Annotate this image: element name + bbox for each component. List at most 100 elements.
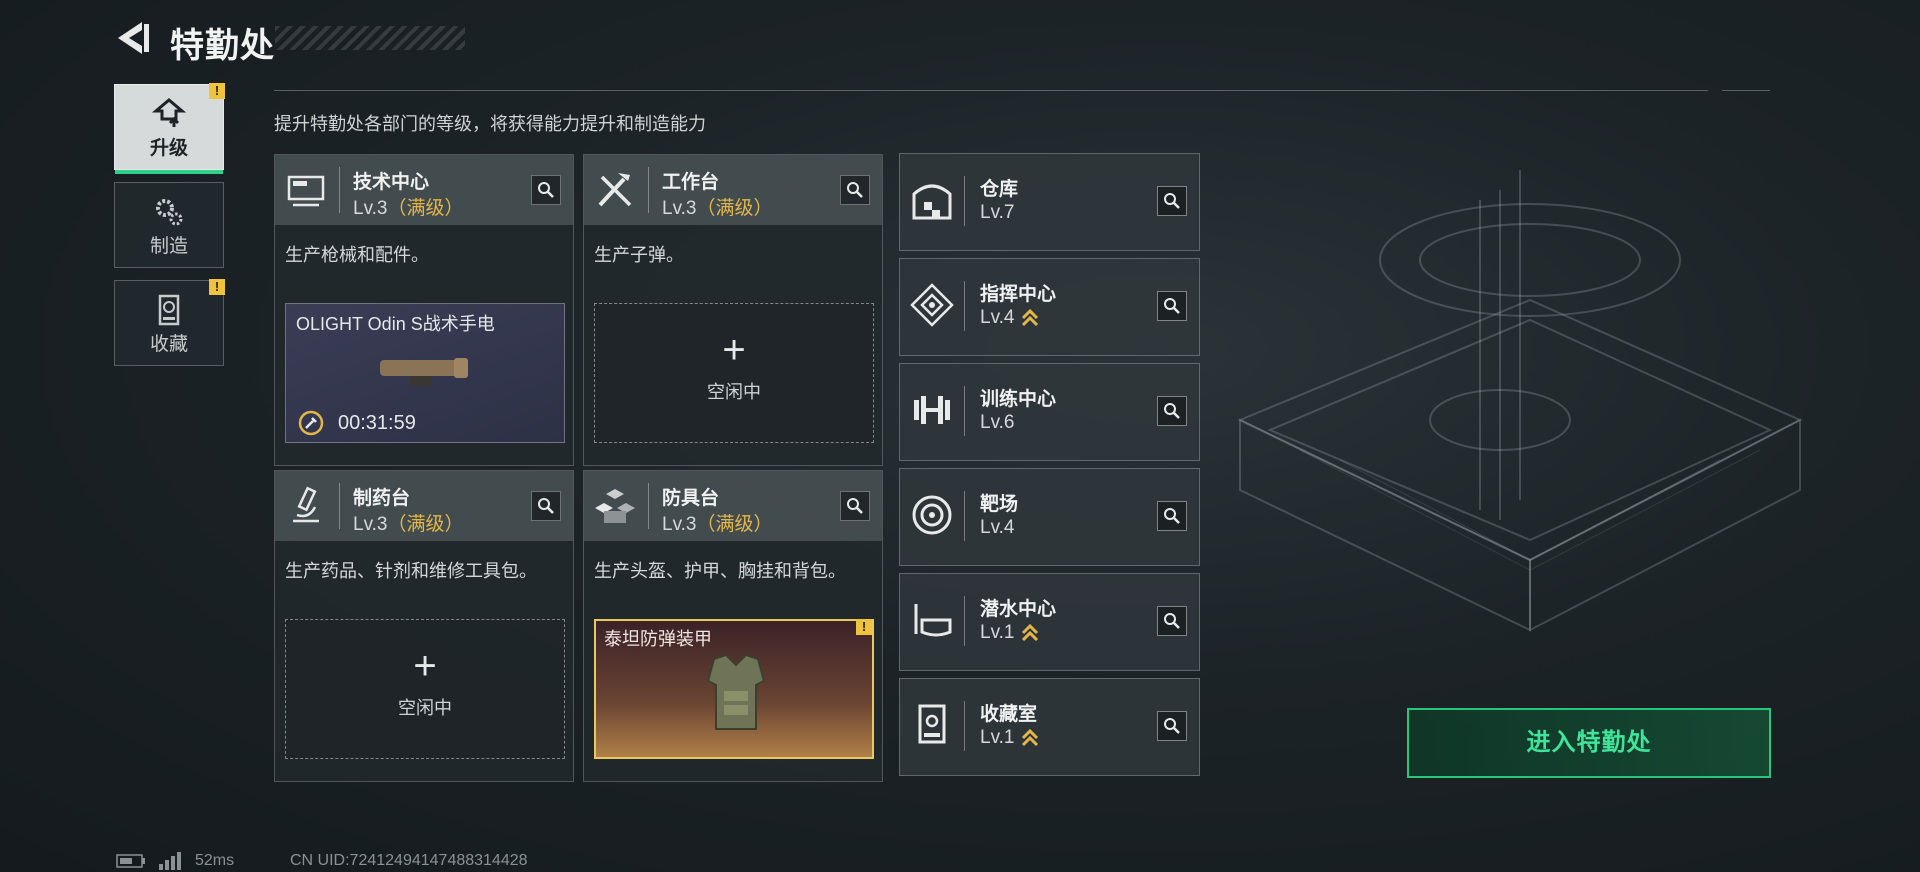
nav-upgrade[interactable]: ! 升级 xyxy=(114,83,225,174)
dept-level: Lv.6 xyxy=(980,412,1015,433)
search-icon xyxy=(1164,613,1180,629)
add-icon: + xyxy=(413,644,437,688)
dept-description: 生产药品、针剂和维修工具包。 xyxy=(285,561,537,581)
crafting-timer-icon xyxy=(298,410,324,436)
enter-special-ops-button[interactable]: 进入特勤处 xyxy=(1407,708,1771,778)
dept-level: Lv.4 xyxy=(980,517,1015,538)
inspect-button[interactable] xyxy=(840,491,870,521)
add-icon: + xyxy=(722,328,746,372)
dept-name: 训练中心 xyxy=(980,389,1057,410)
back-button[interactable] xyxy=(112,18,152,58)
tools-icon xyxy=(598,173,632,207)
alert-badge: ! xyxy=(209,279,225,295)
dept-name: 技术中心 xyxy=(353,172,430,193)
inspect-button[interactable] xyxy=(1157,396,1187,426)
inspect-button[interactable] xyxy=(1157,711,1187,741)
inspect-button[interactable] xyxy=(531,491,561,521)
alert-badge: ! xyxy=(856,619,872,635)
production-slot-idle[interactable]: + 空闲中 xyxy=(285,619,565,759)
search-icon xyxy=(1164,403,1180,419)
ping-value: 52ms xyxy=(195,852,235,869)
title-decoration xyxy=(275,26,465,50)
dept-level: Lv.1 xyxy=(980,727,1039,749)
nav-label: 收藏 xyxy=(149,334,188,355)
collection-icon xyxy=(158,294,180,326)
dept-card-tech-center[interactable]: 技术中心 Lv.3（满级） 生产枪械和配件。 OLIGHT Odin S战术手电… xyxy=(274,154,574,466)
production-slot-idle[interactable]: + 空闲中 xyxy=(594,303,874,443)
user-uid: CN UID:72412494147488314428 xyxy=(290,852,528,869)
search-icon xyxy=(847,182,863,198)
page-title: 特勤处 xyxy=(170,27,275,65)
dept-row-training-center[interactable]: 训练中心 Lv.6 xyxy=(899,363,1200,461)
idle-label: 空闲中 xyxy=(707,382,761,402)
crafting-timer: 00:31:59 xyxy=(338,412,416,434)
dept-row-command-center[interactable]: 指挥中心 Lv.4 xyxy=(899,258,1200,356)
upgrade-icon xyxy=(152,98,186,127)
search-icon xyxy=(1164,193,1180,209)
gears-icon xyxy=(156,199,183,226)
dept-description: 生产头盔、护甲、胸挂和背包。 xyxy=(594,561,846,581)
search-icon xyxy=(538,498,554,514)
item-name: OLIGHT Odin S战术手电 xyxy=(296,314,495,334)
inspect-button[interactable] xyxy=(1157,606,1187,636)
nav-label: 升级 xyxy=(149,138,188,159)
diving-mask-icon xyxy=(914,604,952,637)
dept-row-collection-room[interactable]: 收藏室 Lv.1 xyxy=(899,678,1200,776)
dept-name: 收藏室 xyxy=(980,704,1038,725)
nav-label: 制造 xyxy=(149,236,188,257)
production-slot-complete[interactable]: ! 泰坦防弹装甲 xyxy=(594,619,874,759)
battery-icon xyxy=(116,854,145,868)
back-arrow-icon xyxy=(118,22,149,54)
dept-level: Lv.3（满级） xyxy=(662,514,773,535)
max-level-tag: （满级） xyxy=(387,198,464,219)
body-armor-image xyxy=(706,653,766,730)
dept-name: 制药台 xyxy=(353,488,411,509)
dumbbell-icon xyxy=(914,396,950,424)
command-center-icon xyxy=(910,283,954,327)
dept-name: 指挥中心 xyxy=(980,284,1057,305)
search-icon xyxy=(1164,298,1180,314)
dept-card-armor[interactable]: 防具台 Lv.3（满级） 生产头盔、护甲、胸挂和背包。 ! 泰坦防弹装甲 xyxy=(583,470,883,782)
dept-description: 生产枪械和配件。 xyxy=(285,245,429,265)
search-icon xyxy=(1164,718,1180,734)
alert-badge: ! xyxy=(209,83,225,99)
max-level-tag: （满级） xyxy=(696,198,773,219)
dept-level: Lv.1 xyxy=(980,622,1039,644)
dept-level: Lv.3（满级） xyxy=(353,198,464,219)
dept-name: 防具台 xyxy=(662,488,720,509)
inspect-button[interactable] xyxy=(531,175,561,205)
dept-card-workbench[interactable]: 工作台 Lv.3（满级） 生产子弹。 + 空闲中 xyxy=(583,154,883,466)
dept-description: 生产子弹。 xyxy=(594,245,684,265)
dept-name: 工作台 xyxy=(662,172,720,193)
item-name: 泰坦防弹装甲 xyxy=(604,629,712,649)
inspect-button[interactable] xyxy=(1157,501,1187,531)
dept-row-warehouse[interactable]: 仓库 Lv.7 xyxy=(899,153,1200,251)
search-icon xyxy=(847,498,863,514)
flashlight-image xyxy=(380,358,468,386)
dept-name: 靶场 xyxy=(980,494,1019,515)
upgrade-available-icon xyxy=(1021,623,1038,642)
armor-blocks-icon xyxy=(595,489,635,523)
nav-craft[interactable]: 制造 xyxy=(114,182,224,268)
dept-name: 潜水中心 xyxy=(980,599,1057,620)
max-level-tag: （满级） xyxy=(387,514,464,535)
divider xyxy=(274,90,1708,91)
idle-label: 空闲中 xyxy=(398,698,452,718)
production-slot[interactable]: OLIGHT Odin S战术手电 00:31:59 xyxy=(285,303,565,443)
page-subtitle: 提升特勤处各部门的等级，将获得能力提升和制造能力 xyxy=(274,114,706,134)
target-icon xyxy=(912,495,952,535)
inspect-button[interactable] xyxy=(840,175,870,205)
dept-level: Lv.3（满级） xyxy=(353,514,464,535)
upgrade-available-icon xyxy=(1021,728,1038,747)
inspect-button[interactable] xyxy=(1157,186,1187,216)
dept-row-diving-center[interactable]: 潜水中心 Lv.1 xyxy=(899,573,1200,671)
search-icon xyxy=(538,182,554,198)
dept-card-pharmacy[interactable]: 制药台 Lv.3（满级） 生产药品、针剂和维修工具包。 + 空闲中 xyxy=(274,470,574,782)
dept-level: Lv.4 xyxy=(980,307,1039,329)
signal-icon xyxy=(159,852,181,870)
nav-collection[interactable]: ! 收藏 xyxy=(114,279,225,366)
inspect-button[interactable] xyxy=(1157,291,1187,321)
dept-level: Lv.7 xyxy=(980,202,1015,223)
dept-row-shooting-range[interactable]: 靶场 Lv.4 xyxy=(899,468,1200,566)
dept-name: 仓库 xyxy=(980,179,1019,200)
